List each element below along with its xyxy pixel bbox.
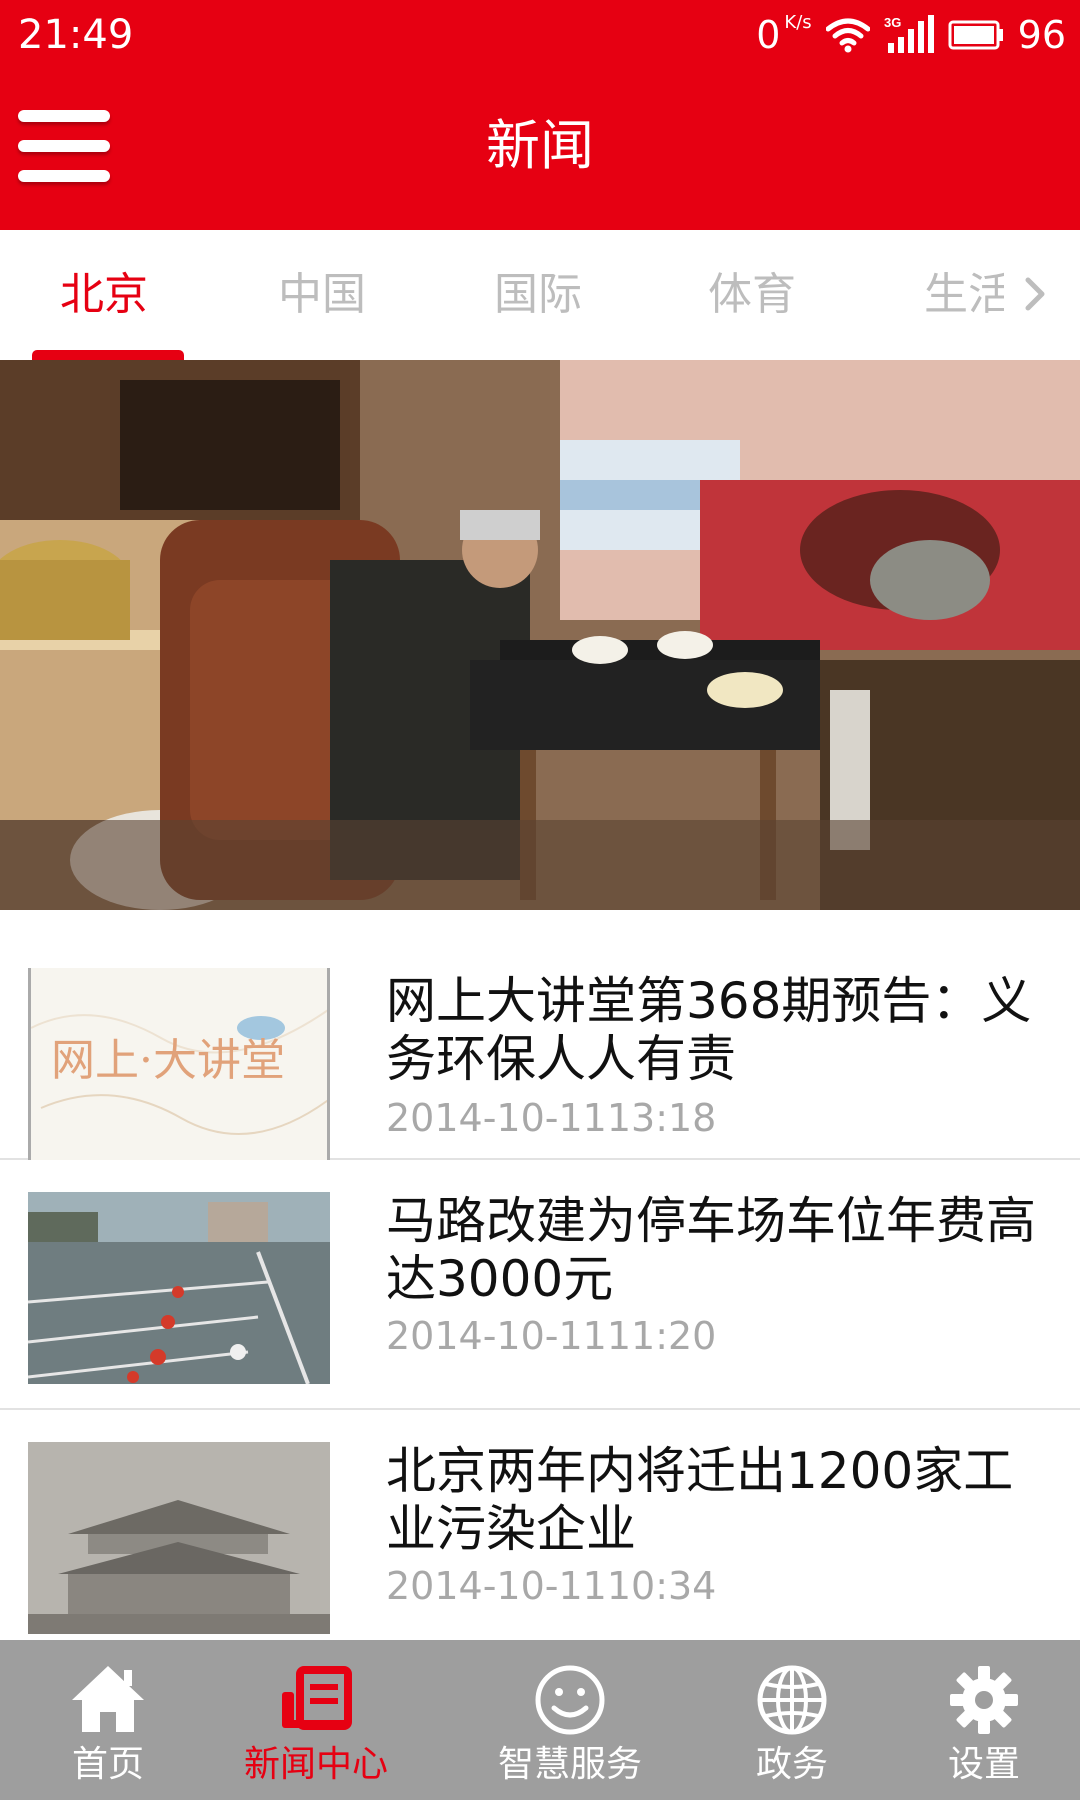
nav-home-label: 首页 [71, 1744, 144, 1785]
news-title: 网上大讲堂第368期预告：义务环保人人有责 [386, 972, 1032, 1088]
signal-type-label: 3G [884, 15, 901, 30]
nav-news-center[interactable]: 新闻中心 [208, 1640, 424, 1800]
status-indicators: 0 K/s 3G 96 [756, 8, 1066, 62]
nav-news-center-label: 新闻中心 [243, 1744, 388, 1785]
category-tabs: 北京 中国 国际 体育 生活 [0, 230, 1080, 360]
status-bar: 21:49 0 K/s 3G 96 [0, 0, 1080, 70]
app-bar: 新闻 [0, 70, 1080, 230]
page-title: 新闻 [486, 114, 594, 177]
tab-sports[interactable]: 体育 [708, 268, 796, 322]
news-thumbnail [28, 1442, 330, 1634]
wifi-icon [825, 18, 870, 53]
chevron-right-icon[interactable] [1014, 272, 1058, 316]
tab-china[interactable]: 中国 [278, 268, 366, 322]
headline-photo[interactable] [0, 360, 1080, 910]
newspaper-icon [282, 1666, 352, 1730]
nav-government[interactable]: 政务 [684, 1640, 900, 1800]
network-speed-unit: K/s [784, 12, 812, 33]
home-icon [72, 1666, 144, 1732]
nav-government-label: 政务 [755, 1744, 828, 1785]
status-time: 21:49 [18, 12, 134, 58]
gear-icon [950, 1666, 1018, 1734]
news-thumbnail: 网上·大讲堂 [28, 968, 330, 1160]
news-item[interactable]: 网上·大讲堂 网上大讲堂第368期预告：义务环保人人有责 2014-10-111… [0, 910, 1080, 1160]
news-item[interactable]: 北京两年内将迁出1200家工业污染企业 2014-10-1110:34 [0, 1410, 1080, 1640]
bottom-navigation: 首页 新闻中心 智慧服务 政务 设置 [0, 1640, 1080, 1800]
tab-international[interactable]: 国际 [494, 268, 582, 322]
news-item[interactable]: 马路改建为停车场车位年费高达3000元 2014-10-1111:20 [0, 1160, 1080, 1410]
active-tab-indicator [32, 350, 184, 360]
globe-icon [757, 1665, 827, 1735]
nav-settings[interactable]: 设置 [876, 1640, 1080, 1800]
news-time: 2014-10-1110:34 [386, 1564, 717, 1608]
news-title: 北京两年内将迁出1200家工业污染企业 [386, 1442, 1014, 1558]
news-list: 网上·大讲堂 网上大讲堂第368期预告：义务环保人人有责 2014-10-111… [0, 910, 1080, 1640]
battery-icon [948, 20, 1003, 50]
network-speed: 0 K/s [756, 12, 812, 58]
news-thumbnail [28, 1192, 330, 1384]
nav-smart-service[interactable]: 智慧服务 [462, 1640, 678, 1800]
thumbnail-caption: 网上·大讲堂 [51, 1035, 285, 1086]
nav-home[interactable]: 首页 [0, 1640, 216, 1800]
tab-life[interactable]: 生活 [924, 268, 1004, 322]
headline-image [0, 360, 1080, 910]
battery-level: 96 [1017, 13, 1066, 57]
network-speed-value: 0 [756, 13, 781, 57]
nav-smart-service-label: 智慧服务 [497, 1744, 642, 1785]
signal-icon: 3G [884, 15, 934, 53]
nav-settings-label: 设置 [947, 1744, 1020, 1785]
news-time: 2014-10-1111:20 [386, 1314, 717, 1358]
tab-beijing[interactable]: 北京 [60, 268, 148, 322]
news-title: 马路改建为停车场车位年费高达3000元 [386, 1192, 1036, 1308]
news-time: 2014-10-1113:18 [386, 1096, 717, 1140]
smiley-icon [535, 1665, 605, 1735]
